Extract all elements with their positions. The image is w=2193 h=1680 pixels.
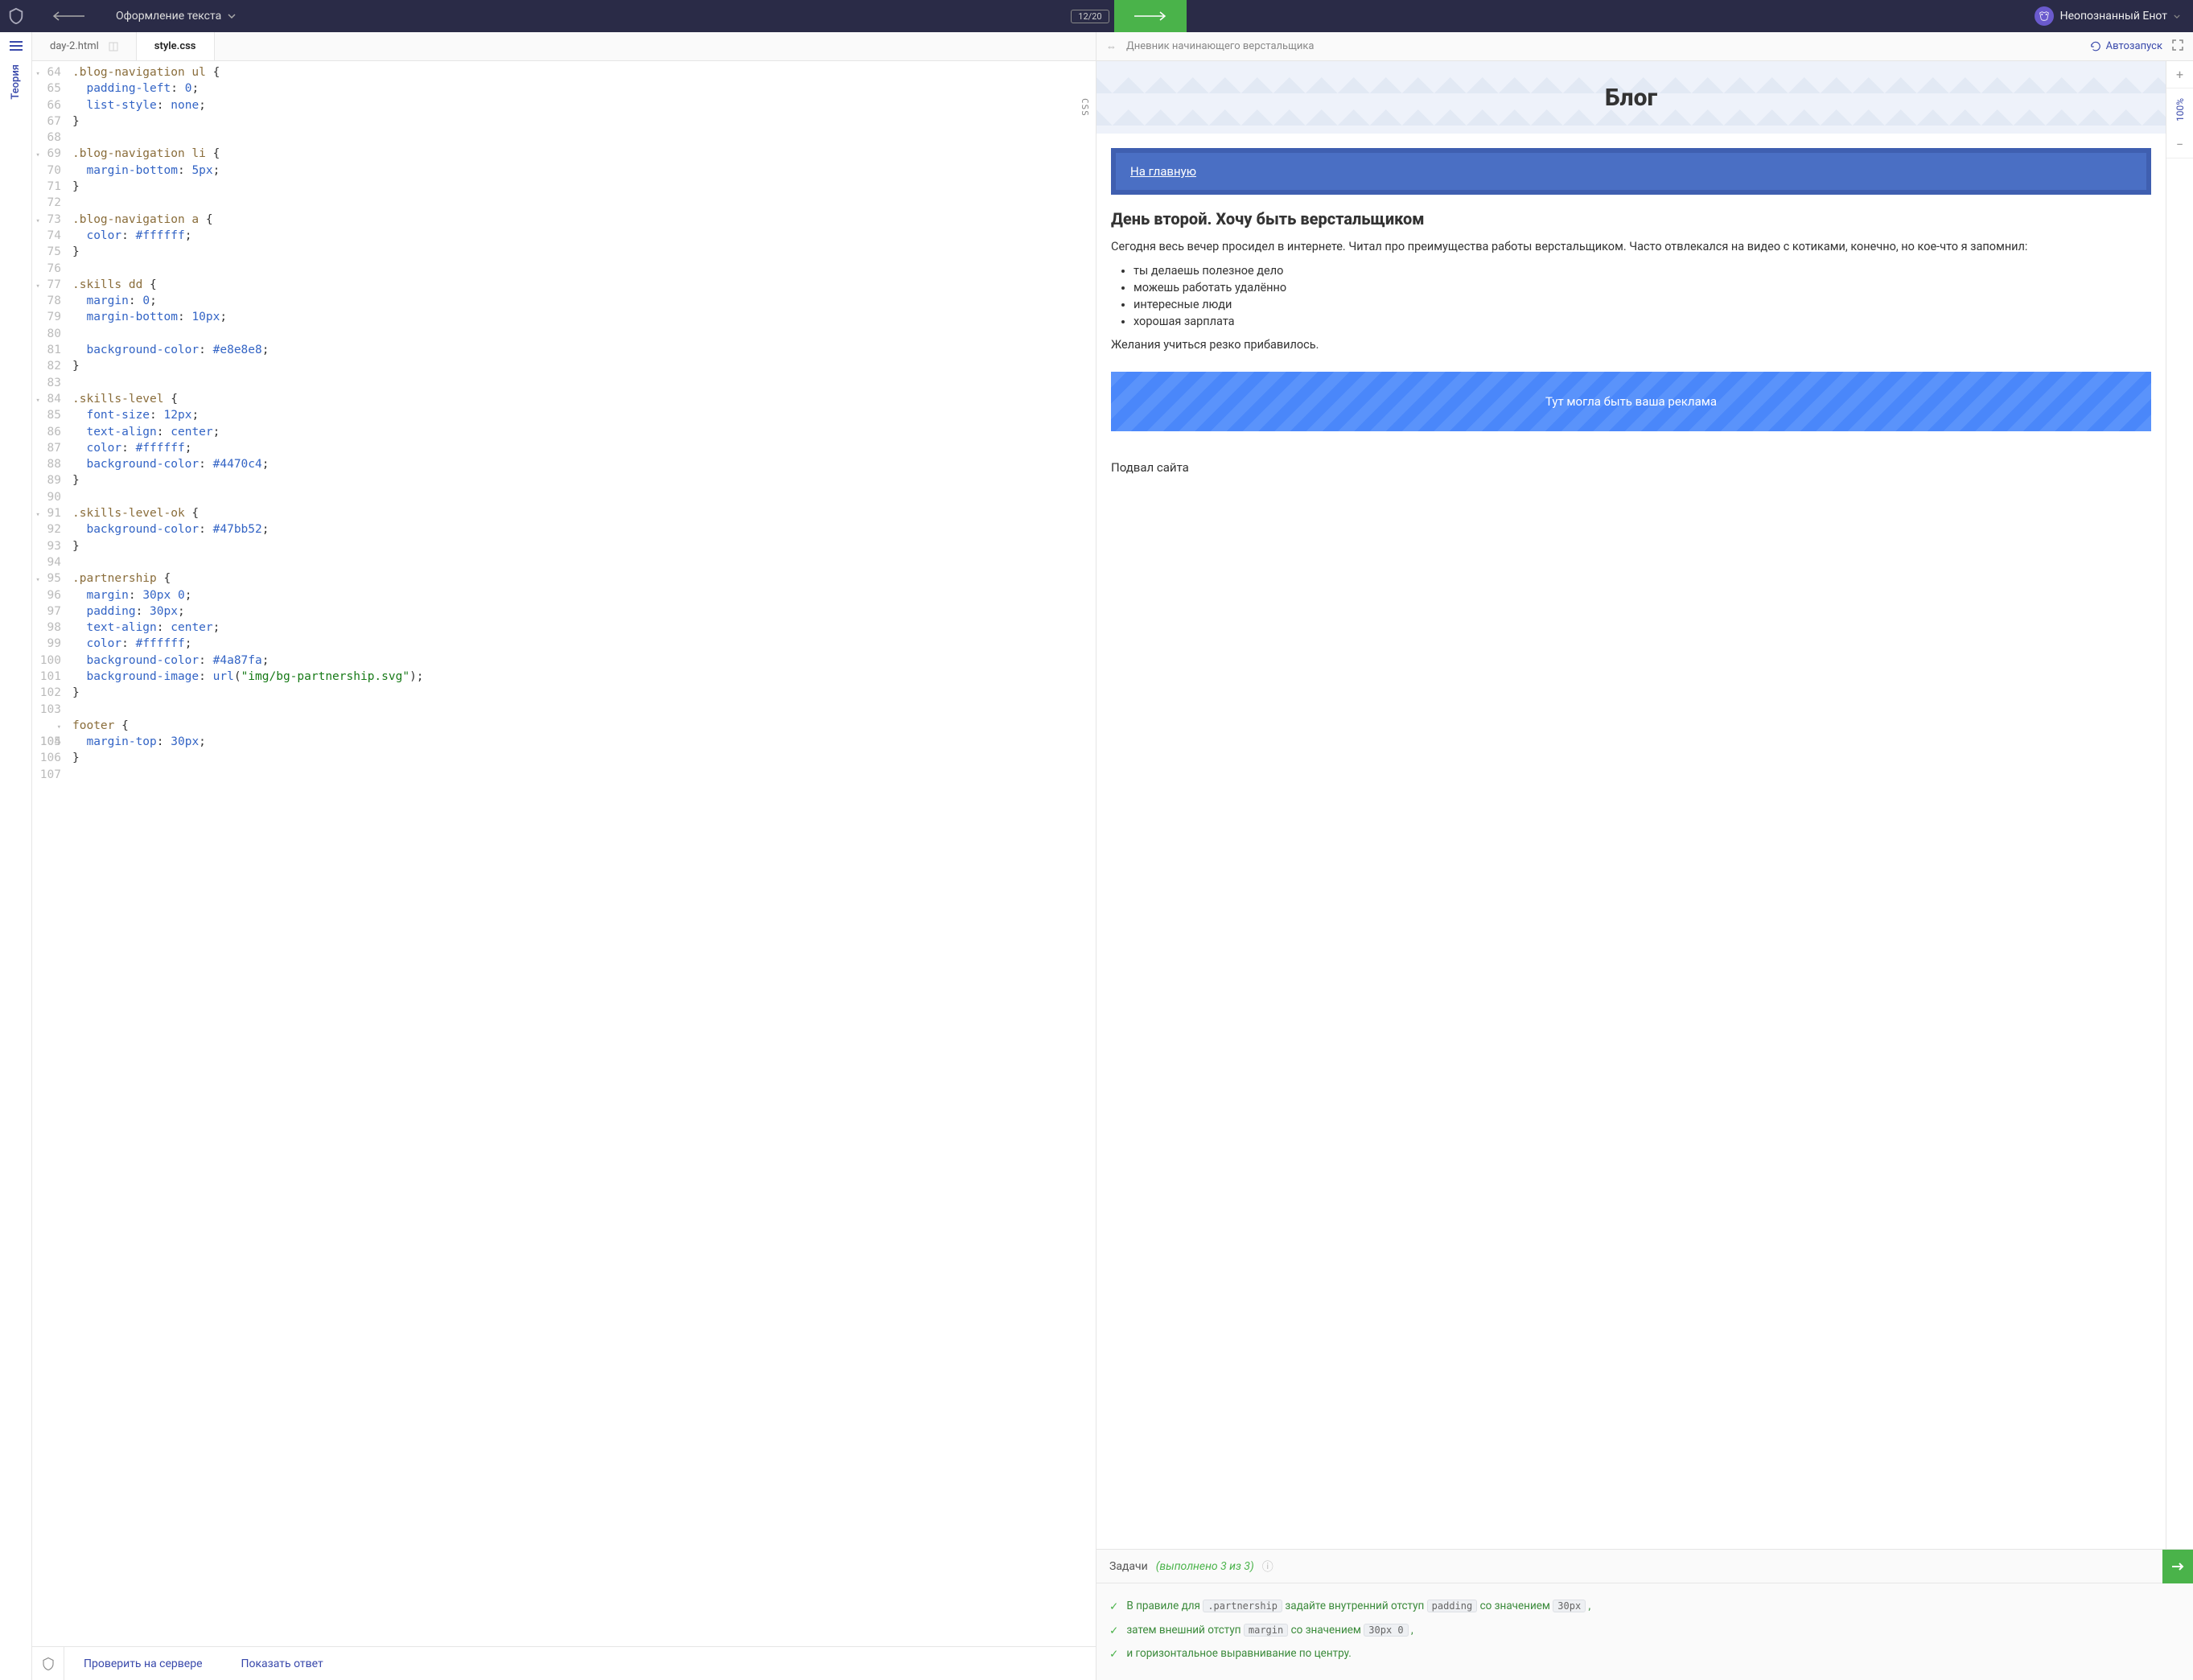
autorun-toggle[interactable]: Автозапуск xyxy=(2090,40,2162,52)
tab-label: day-2.html xyxy=(50,40,99,52)
preview-heading: День второй. Хочу быть верстальщиком xyxy=(1111,209,2151,229)
preview-paragraph: Сегодня весь вечер просидел в интернете.… xyxy=(1111,238,2151,256)
preview-nav: На главную xyxy=(1111,148,2151,195)
tasks-count: (выполнено 3 из 3) xyxy=(1156,1560,1254,1573)
logo-icon[interactable] xyxy=(0,0,32,32)
tab-style-css[interactable]: style.css xyxy=(137,32,215,60)
theory-sidebar[interactable]: Теория xyxy=(0,32,32,1680)
shield-icon[interactable] xyxy=(32,1647,64,1680)
preview-paragraph: Желания учиться резко прибавилось. xyxy=(1111,336,2151,354)
user-name: Неопознанный Енот xyxy=(2060,10,2167,23)
user-menu[interactable]: Неопознанный Енот xyxy=(2022,6,2193,26)
show-answer-button[interactable]: Показать ответ xyxy=(222,1647,343,1680)
chevron-down-icon xyxy=(228,14,236,19)
preview-pane[interactable]: Блог На главную День второй. Хочу быть в… xyxy=(1096,61,2166,1549)
check-icon: ✓ xyxy=(1109,1646,1118,1662)
resize-handle-icon[interactable]: ⇔ xyxy=(1106,40,1117,53)
lesson-title-text: Оформление текста xyxy=(116,10,221,23)
list-item: ты делаешь полезное дело xyxy=(1134,264,2151,278)
info-icon[interactable]: ⓘ xyxy=(1262,1559,1273,1575)
editor-footer: Проверить на сервере Показать ответ xyxy=(32,1646,1096,1680)
code-editor[interactable]: CSS ▾ 6465666768▾ 69707172▾ 73747576▾ 77… xyxy=(32,61,1096,1646)
check-icon: ✓ xyxy=(1109,1599,1118,1615)
topbar: Оформление текста 12/20 Неопознанный Ено… xyxy=(0,0,2193,32)
list-item: хорошая зарплата xyxy=(1134,315,2151,328)
avatar xyxy=(2035,6,2054,26)
tasks-panel: Задачи (выполнено 3 из 3) ⓘ ✓В правиле д… xyxy=(1096,1549,2193,1680)
chevron-down-icon xyxy=(2174,14,2180,19)
preview-banner: Тут могла быть ваша реклама xyxy=(1111,372,2151,431)
editor-tabs: day-2.html style.css xyxy=(32,32,1096,61)
split-icon xyxy=(109,42,118,51)
preview-footer: Подвал сайта xyxy=(1096,449,2166,499)
task-item: ✓и горизонтальное выравнивание по центру… xyxy=(1109,1645,2180,1662)
task-item: ✓затем внешний отступ margin со значение… xyxy=(1109,1622,2180,1639)
expand-icon[interactable] xyxy=(2172,39,2183,54)
prev-lesson-button[interactable] xyxy=(32,0,105,32)
check-icon: ✓ xyxy=(1109,1623,1118,1639)
menu-icon xyxy=(9,40,23,51)
preview-list: ты делаешь полезное дело можешь работать … xyxy=(1134,264,2151,328)
zoom-in-button[interactable]: + xyxy=(2166,61,2193,89)
preview-header: ⇔ Дневник начинающего верстальщика Автоз… xyxy=(1096,32,2193,61)
tab-label: style.css xyxy=(154,40,196,52)
next-lesson-button[interactable] xyxy=(1114,0,1187,32)
language-badge: CSS xyxy=(1079,98,1091,117)
task-item: ✓В правиле для .partnership задайте внут… xyxy=(1109,1598,2180,1615)
preview-hero: Блог xyxy=(1096,61,2166,134)
zoom-controls: + 100% − xyxy=(2166,61,2193,1549)
tab-day2-html[interactable]: day-2.html xyxy=(32,32,137,60)
preview-nav-link[interactable]: На главную xyxy=(1130,164,1196,179)
progress-indicator: 12/20 xyxy=(1071,10,1109,23)
run-button[interactable] xyxy=(2162,1550,2193,1583)
zoom-out-button[interactable]: − xyxy=(2166,131,2193,159)
lesson-title-dropdown[interactable]: Оформление текста xyxy=(116,10,236,23)
tasks-title: Задачи xyxy=(1109,1560,1148,1573)
zoom-value: 100% xyxy=(2174,89,2186,131)
list-item: можешь работать удалённо xyxy=(1134,281,2151,294)
refresh-icon xyxy=(2090,41,2101,52)
theory-label: Теория xyxy=(10,64,22,100)
check-on-server-button[interactable]: Проверить на сервере xyxy=(64,1647,222,1680)
list-item: интересные люди xyxy=(1134,298,2151,311)
preview-title: Дневник начинающего верстальщика xyxy=(1126,40,1314,52)
